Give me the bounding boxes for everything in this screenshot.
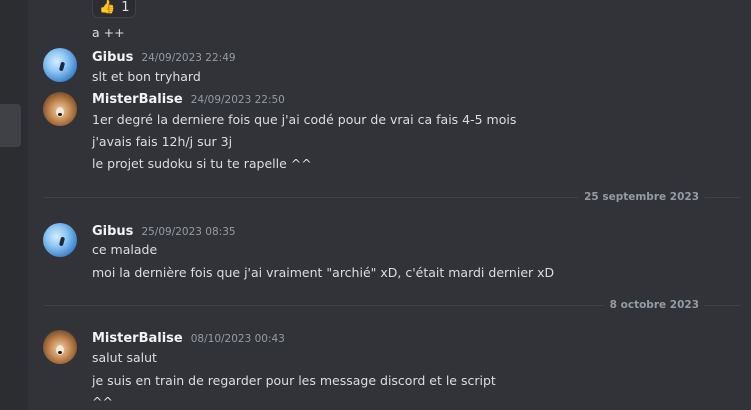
- message-line: je suis en train de regarder pour les me…: [92, 373, 496, 388]
- message-timestamp: 25/09/2023 08:35: [141, 226, 236, 238]
- misterbalise-avatar[interactable]: [43, 92, 77, 126]
- left-panel-edge: [0, 0, 28, 410]
- message-line: a ++: [92, 25, 125, 40]
- reaction-count: 1: [121, 0, 130, 15]
- author-name[interactable]: MisterBalise: [92, 331, 183, 346]
- author-name[interactable]: MisterBalise: [92, 92, 183, 107]
- gibus-avatar[interactable]: [43, 48, 77, 82]
- author-name[interactable]: Gibus: [92, 50, 133, 65]
- side-scroll-thumb[interactable]: [0, 104, 21, 147]
- message-timestamp: 24/09/2023 22:50: [190, 94, 285, 106]
- message-line: salut salut: [92, 350, 157, 365]
- chat-message-list: 👍 1 a ++ Gibus 24/09/2023 22:49 slt et b…: [28, 0, 751, 410]
- message-line: slt et bon tryhard: [92, 69, 201, 84]
- reaction-thumbs-up[interactable]: 👍 1: [92, 0, 137, 18]
- gibus-avatar[interactable]: [43, 223, 77, 257]
- message-header: MisterBalise 08/10/2023 00:43: [92, 331, 285, 346]
- message-timestamp: 08/10/2023 00:43: [190, 333, 285, 345]
- message-timestamp: 24/09/2023 22:49: [141, 52, 236, 64]
- message-header: Gibus 25/09/2023 08:35: [92, 224, 236, 239]
- message-header: MisterBalise 24/09/2023 22:50: [92, 92, 285, 107]
- thumbs-up-icon: 👍: [99, 0, 116, 15]
- message-line: 1er degré la derniere fois que j'ai codé…: [92, 112, 517, 127]
- date-divider-label: 25 septembre 2023: [578, 191, 705, 203]
- author-name[interactable]: Gibus: [92, 224, 133, 239]
- message-line: ce malade: [92, 242, 158, 257]
- misterbalise-avatar[interactable]: [43, 330, 77, 364]
- message-line: moi la dernière fois que j'ai vraiment "…: [92, 265, 555, 280]
- message-header: Gibus 24/09/2023 22:49: [92, 50, 236, 65]
- date-divider-label: 8 octobre 2023: [603, 299, 705, 311]
- message-line: ^^: [92, 394, 113, 409]
- message-line: le projet sudoku si tu te rapelle ^^: [92, 156, 312, 171]
- date-divider: 25 septembre 2023: [44, 191, 741, 203]
- message-line: j'avais fais 12h/j sur 3j: [92, 134, 233, 149]
- date-divider: 8 octobre 2023: [44, 299, 741, 311]
